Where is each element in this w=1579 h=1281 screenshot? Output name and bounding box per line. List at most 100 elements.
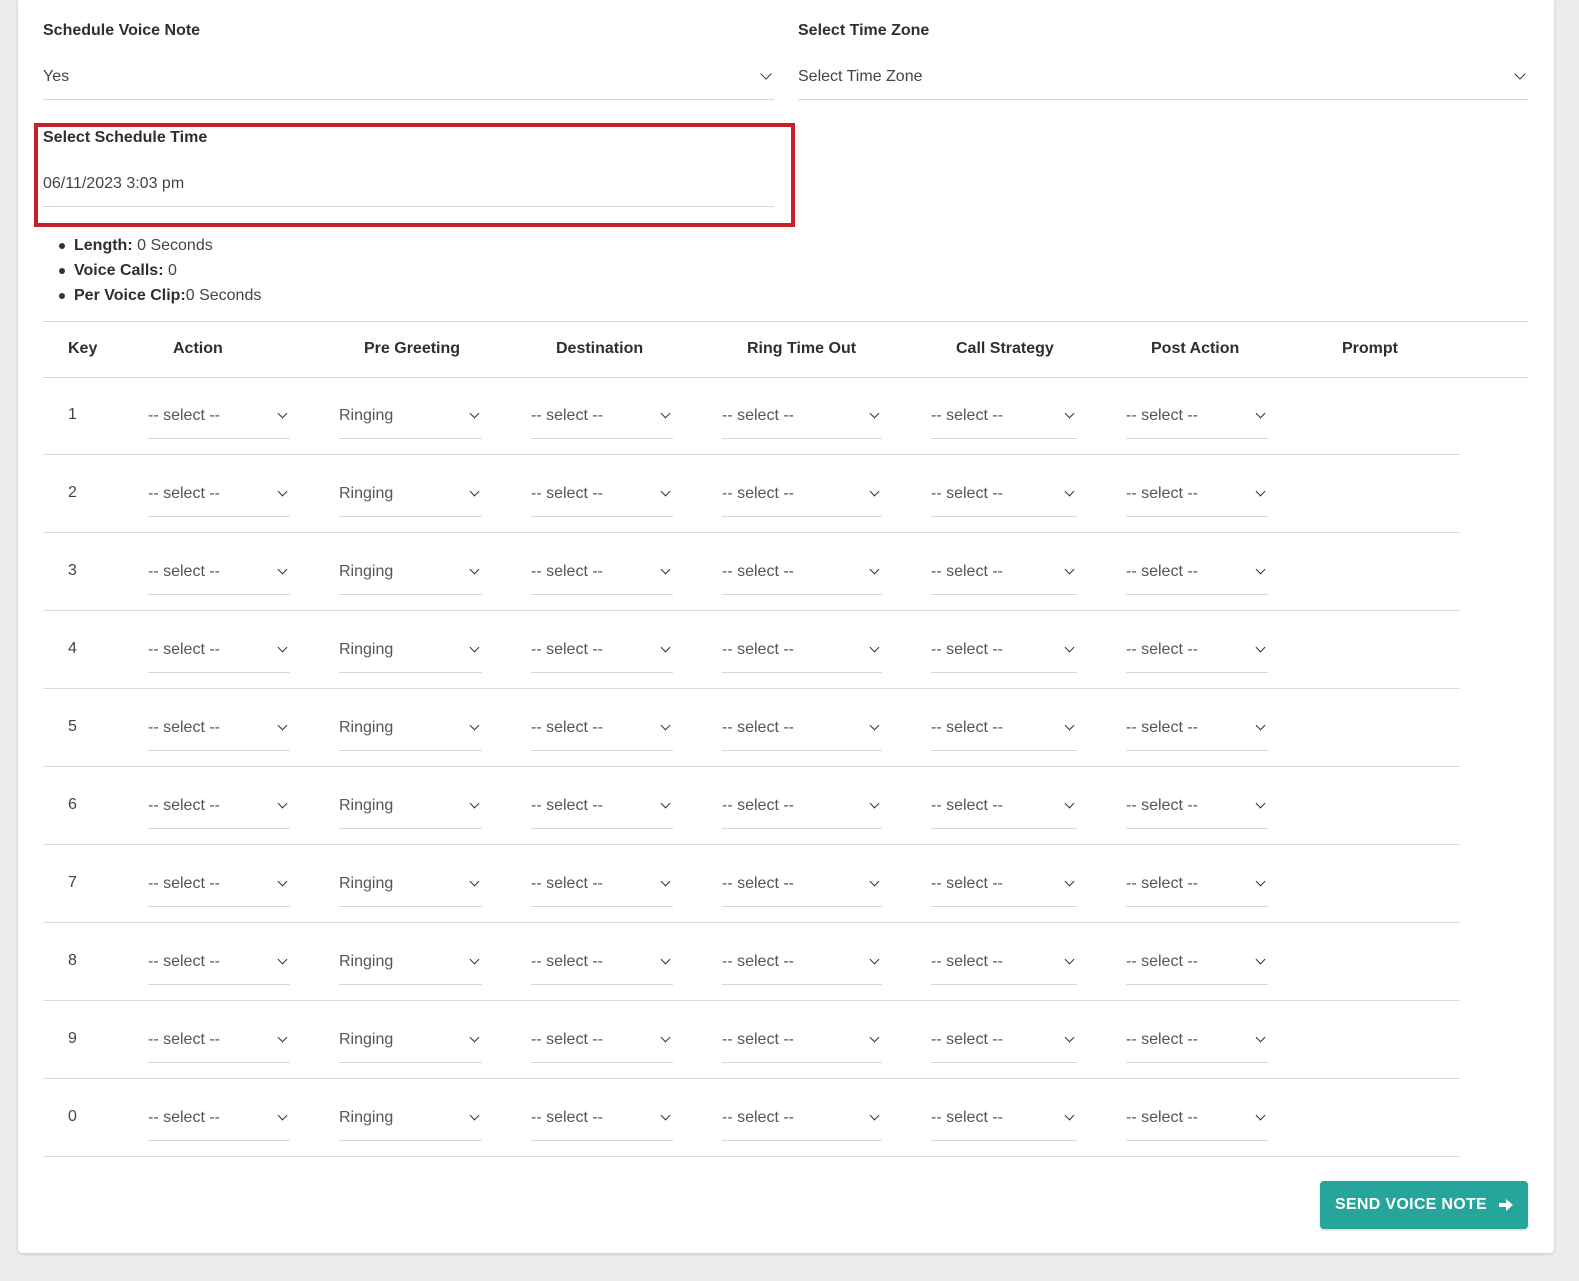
schedule-voice-note-select[interactable]: Yes	[43, 66, 774, 100]
schedule-voice-note-value: Yes	[43, 68, 70, 85]
destination-select[interactable]: -- select --	[531, 1101, 673, 1141]
call-strategy-value: -- select --	[931, 719, 1003, 736]
chevron-down-icon	[1255, 876, 1266, 887]
ring-time-out-value: -- select --	[722, 875, 794, 892]
row-key: 3	[68, 562, 77, 579]
row-key: 9	[68, 1030, 77, 1047]
schedule-voice-note-field: Schedule Voice Note Yes	[43, 22, 774, 102]
ring-time-out-select[interactable]: -- select --	[722, 477, 882, 517]
destination-select[interactable]: -- select --	[531, 555, 673, 595]
post-action-value: -- select --	[1126, 1109, 1198, 1126]
ring-time-out-select[interactable]: -- select --	[722, 789, 882, 829]
post-action-select[interactable]: -- select --	[1126, 633, 1268, 673]
ring-time-out-select[interactable]: -- select --	[722, 867, 882, 907]
call-strategy-select[interactable]: -- select --	[931, 789, 1077, 829]
pre-greeting-select[interactable]: Ringing	[339, 789, 482, 829]
destination-value: -- select --	[531, 641, 603, 658]
ring-time-out-value: -- select --	[722, 1109, 794, 1126]
ring-time-out-select[interactable]: -- select --	[722, 399, 882, 439]
table-row: 2 -- select -- Ringing -- select -- -- selec…	[43, 455, 1460, 533]
post-action-select[interactable]: -- select --	[1126, 477, 1268, 517]
destination-select[interactable]: -- select --	[531, 1023, 673, 1063]
call-strategy-select[interactable]: -- select --	[931, 555, 1077, 595]
header-pre-greeting: Pre Greeting	[364, 340, 461, 357]
schedule-voice-note-label: Schedule Voice Note	[43, 22, 201, 39]
destination-select[interactable]: -- select --	[531, 477, 673, 517]
stat-voice-calls: Voice Calls: 0	[58, 262, 261, 287]
action-select[interactable]: -- select --	[148, 1101, 290, 1141]
ring-time-out-select[interactable]: -- select --	[722, 945, 882, 985]
ring-time-out-select[interactable]: -- select --	[722, 555, 882, 595]
call-strategy-select[interactable]: -- select --	[931, 1023, 1077, 1063]
post-action-select[interactable]: -- select --	[1126, 945, 1268, 985]
row-key: 1	[68, 406, 77, 423]
pre-greeting-select[interactable]: Ringing	[339, 477, 482, 517]
action-select[interactable]: -- select --	[148, 477, 290, 517]
action-select[interactable]: -- select --	[148, 399, 290, 439]
call-strategy-value: -- select --	[931, 563, 1003, 580]
chevron-down-icon	[469, 1110, 480, 1121]
post-action-select[interactable]: -- select --	[1126, 789, 1268, 829]
pre-greeting-select[interactable]: Ringing	[339, 1023, 482, 1063]
pre-greeting-select[interactable]: Ringing	[339, 1101, 482, 1141]
ring-time-out-select[interactable]: -- select --	[722, 711, 882, 751]
call-strategy-value: -- select --	[931, 953, 1003, 970]
action-select[interactable]: -- select --	[148, 555, 290, 595]
chevron-down-icon	[869, 1110, 880, 1121]
call-strategy-select[interactable]: -- select --	[931, 867, 1077, 907]
call-strategy-select[interactable]: -- select --	[931, 477, 1077, 517]
pre-greeting-select[interactable]: Ringing	[339, 555, 482, 595]
destination-select[interactable]: -- select --	[531, 789, 673, 829]
chevron-down-icon	[869, 720, 880, 731]
destination-select[interactable]: -- select --	[531, 633, 673, 673]
call-strategy-select[interactable]: -- select --	[931, 633, 1077, 673]
call-strategy-select[interactable]: -- select --	[931, 1101, 1077, 1141]
destination-select[interactable]: -- select --	[531, 711, 673, 751]
chevron-down-icon	[660, 798, 671, 809]
pre-greeting-select[interactable]: Ringing	[339, 945, 482, 985]
time-zone-select[interactable]: Select Time Zone	[798, 66, 1528, 100]
table-row: 6 -- select -- Ringing -- select -- -- selec…	[43, 767, 1460, 845]
ring-time-out-select[interactable]: -- select --	[722, 633, 882, 673]
post-action-select[interactable]: -- select --	[1126, 1101, 1268, 1141]
post-action-select[interactable]: -- select --	[1126, 399, 1268, 439]
action-select[interactable]: -- select --	[148, 1023, 290, 1063]
ring-time-out-value: -- select --	[722, 797, 794, 814]
chevron-down-icon	[869, 1032, 880, 1043]
action-select[interactable]: -- select --	[148, 945, 290, 985]
action-value: -- select --	[148, 797, 220, 814]
chevron-down-icon	[1255, 954, 1266, 965]
destination-select[interactable]: -- select --	[531, 867, 673, 907]
header-ring-time-out: Ring Time Out	[747, 340, 857, 357]
send-voice-note-label: SEND VOICE NOTE	[1334, 1196, 1488, 1213]
post-action-select[interactable]: -- select --	[1126, 867, 1268, 907]
ring-time-out-select[interactable]: -- select --	[722, 1101, 882, 1141]
send-voice-note-button[interactable]: SEND VOICE NOTE	[1320, 1181, 1528, 1229]
row-key: 4	[68, 640, 77, 657]
call-strategy-select[interactable]: -- select --	[931, 945, 1077, 985]
table-row: 0 -- select -- Ringing -- select -- -- selec…	[43, 1079, 1460, 1157]
schedule-time-input[interactable]: 06/11/2023 3:03 pm	[43, 173, 774, 207]
chevron-down-icon	[660, 876, 671, 887]
action-select[interactable]: -- select --	[148, 789, 290, 829]
chevron-down-icon	[277, 1110, 288, 1121]
post-action-select[interactable]: -- select --	[1126, 1023, 1268, 1063]
post-action-select[interactable]: -- select --	[1126, 555, 1268, 595]
pre-greeting-select[interactable]: Ringing	[339, 867, 482, 907]
row-key: 5	[68, 718, 77, 735]
pre-greeting-select[interactable]: Ringing	[339, 711, 482, 751]
destination-select[interactable]: -- select --	[531, 399, 673, 439]
ring-time-out-select[interactable]: -- select --	[722, 1023, 882, 1063]
time-zone-field: Select Time Zone Select Time Zone	[798, 22, 1528, 102]
post-action-value: -- select --	[1126, 641, 1198, 658]
table-row: 1 -- select -- Ringing -- select -- -- selec…	[43, 377, 1460, 455]
action-select[interactable]: -- select --	[148, 633, 290, 673]
call-strategy-select[interactable]: -- select --	[931, 399, 1077, 439]
call-strategy-select[interactable]: -- select --	[931, 711, 1077, 751]
pre-greeting-select[interactable]: Ringing	[339, 399, 482, 439]
pre-greeting-select[interactable]: Ringing	[339, 633, 482, 673]
action-select[interactable]: -- select --	[148, 711, 290, 751]
action-select[interactable]: -- select --	[148, 867, 290, 907]
destination-select[interactable]: -- select --	[531, 945, 673, 985]
post-action-select[interactable]: -- select --	[1126, 711, 1268, 751]
